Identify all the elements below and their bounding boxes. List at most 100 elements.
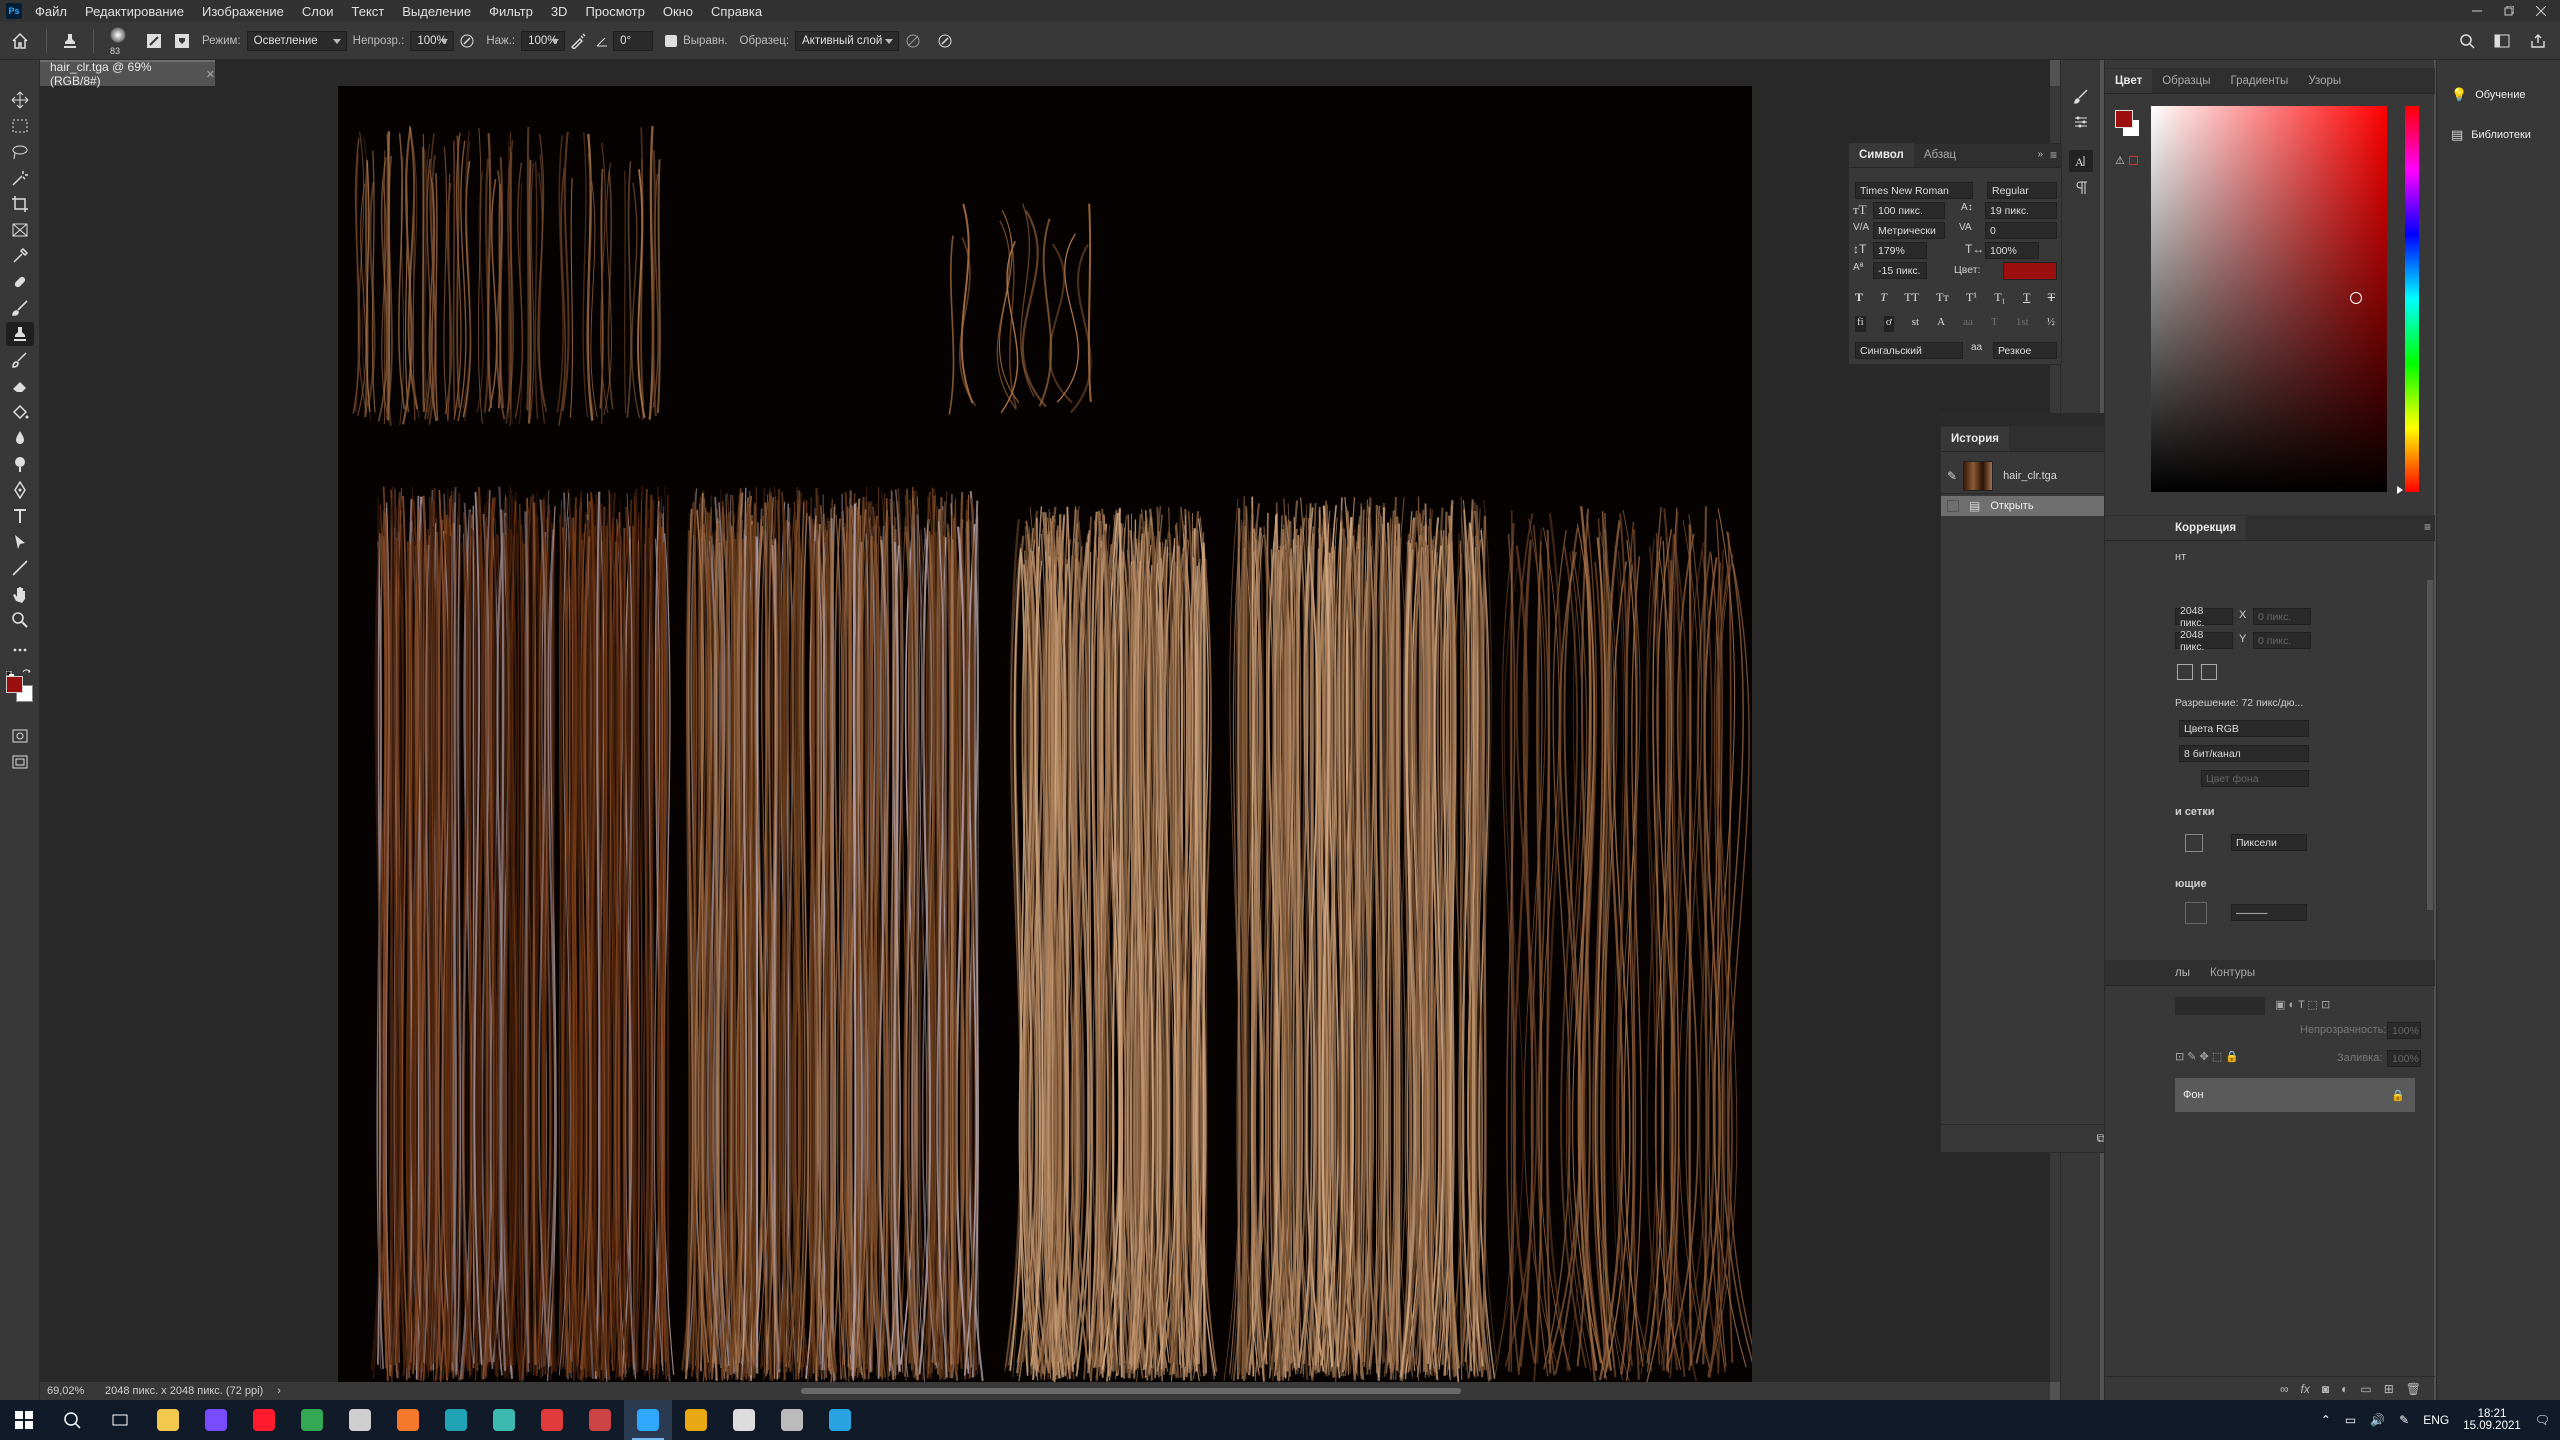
kerning-select[interactable]: Метрически <box>1873 222 1945 239</box>
color-mode-select[interactable]: Цвета RGB <box>2179 720 2309 737</box>
background-color-select[interactable]: Цвет фона <box>2201 770 2309 787</box>
ordinals-st-button[interactable]: 1st <box>2016 316 2029 332</box>
file-explorer-taskbar-icon[interactable] <box>144 1400 192 1440</box>
foreground-color-swatch[interactable] <box>6 676 23 693</box>
layer-filter-icons[interactable]: ▣ ◐ T ⬚ ⊡ <box>2275 998 2330 1011</box>
marquee-tool-icon[interactable] <box>6 114 34 138</box>
align-checkbox[interactable] <box>665 34 678 47</box>
delete-layer-icon[interactable]: 🗑 <box>2406 1382 2421 1396</box>
network-icon[interactable]: ▭ <box>2345 1413 2356 1427</box>
menu-file[interactable]: Файл <box>26 4 76 19</box>
clone-stamp-tool-icon[interactable] <box>6 322 34 346</box>
underline-button[interactable]: T <box>2023 290 2030 306</box>
mode-select[interactable]: Осветление <box>246 30 347 51</box>
menu-help[interactable]: Справка <box>702 4 771 19</box>
guides-icon[interactable] <box>2185 902 2207 924</box>
horizontal-scale-input[interactable]: 100% <box>1985 242 2039 259</box>
close-window-button[interactable] <box>2526 0 2556 22</box>
clock[interactable]: 18:21 15.09.2021 <box>2463 1408 2521 1432</box>
color-fg-swatch[interactable] <box>2115 110 2133 128</box>
paint-bucket-icon[interactable] <box>6 400 34 424</box>
telegram-taskbar-icon[interactable] <box>816 1400 864 1440</box>
layer-lock-icons[interactable]: ⊡ ✎ ✥ ⬚ 🔒 <box>2175 1050 2239 1063</box>
close-tab-icon[interactable]: ✕ <box>206 68 215 81</box>
blender-taskbar-icon[interactable] <box>384 1400 432 1440</box>
libraries-item[interactable]: ▤ Библиотеки <box>2437 124 2560 146</box>
line-tool-icon[interactable] <box>6 556 34 580</box>
sample-select[interactable]: Активный слой <box>795 30 900 51</box>
discretionary-ligatures-button[interactable]: ơ <box>1883 316 1894 332</box>
chrome-taskbar-icon[interactable] <box>288 1400 336 1440</box>
share-icon[interactable] <box>2525 31 2551 51</box>
antialias-select[interactable]: Резкое <box>1993 342 2057 359</box>
tab-swatches[interactable]: Образцы <box>2152 69 2220 93</box>
minimize-button[interactable] <box>2462 0 2492 22</box>
bit-depth-select[interactable]: 8 бит/канал <box>2179 745 2309 762</box>
home-icon[interactable] <box>0 32 40 50</box>
app-gallery-taskbar-icon[interactable] <box>336 1400 384 1440</box>
landscape-orientation-icon[interactable] <box>2201 664 2217 680</box>
font-style-select[interactable]: Regular <box>1987 182 2057 199</box>
subscript-button[interactable]: T₁ <box>1994 290 2006 306</box>
frame-tool-icon[interactable] <box>6 218 34 242</box>
titling-button[interactable]: aa <box>1963 316 1973 332</box>
layer-style-icon[interactable]: fx <box>2301 1382 2310 1396</box>
grid-unit-select[interactable]: Пиксели <box>2231 834 2307 851</box>
tray-up-icon[interactable]: ⌃ <box>2321 1413 2331 1427</box>
tab-adjustments[interactable]: Коррекция <box>2105 516 2247 540</box>
swash-button[interactable]: st <box>1912 316 1919 332</box>
small-caps-button[interactable]: Tт <box>1936 290 1949 306</box>
tab-color[interactable]: Цвет <box>2105 69 2153 93</box>
collapse-icon[interactable]: » <box>2037 149 2043 160</box>
layer-row[interactable]: Фон 🔒 <box>2175 1078 2415 1112</box>
zoom-value[interactable]: 69,02% <box>47 1385 101 1397</box>
menu-image[interactable]: Изображение <box>193 4 293 19</box>
layer-lock-icon[interactable]: 🔒 <box>2391 1089 2405 1102</box>
new-layer-icon[interactable]: ⊞ <box>2384 1382 2394 1396</box>
hue-slider[interactable] <box>2405 106 2419 492</box>
ligatures-button[interactable]: fi <box>1855 316 1866 332</box>
tab-gradients[interactable]: Градиенты <box>2221 69 2299 93</box>
text-color-swatch[interactable] <box>2003 262 2057 280</box>
color-picker-cursor[interactable] <box>2350 292 2362 304</box>
swap-colors-icon[interactable] <box>22 665 32 675</box>
more-tools-icon[interactable] <box>6 638 34 662</box>
menu-text[interactable]: Текст <box>343 4 394 19</box>
learn-item[interactable]: 💡 Обучение <box>2437 84 2560 106</box>
paragraph-panel-icon[interactable] <box>2069 178 2093 198</box>
guides-style-select[interactable]: ——— <box>2231 904 2307 921</box>
eraser-icon[interactable] <box>6 374 34 398</box>
history-step-checkbox[interactable] <box>1947 500 1959 512</box>
move-tool-icon[interactable] <box>6 88 34 112</box>
healing-brush-icon[interactable] <box>6 270 34 294</box>
font-family-select[interactable]: Times New Roman <box>1855 182 1973 199</box>
davinci-taskbar-icon[interactable] <box>576 1400 624 1440</box>
clone-source-icon[interactable] <box>168 32 196 50</box>
path-selection-icon[interactable] <box>6 530 34 554</box>
faux-bold-button[interactable]: T <box>1855 290 1863 306</box>
hand-tool-icon[interactable] <box>6 582 34 606</box>
menu-3d[interactable]: 3D <box>542 4 577 19</box>
pen-tool-icon[interactable] <box>6 478 34 502</box>
opera-taskbar-icon[interactable] <box>240 1400 288 1440</box>
tab-layers[interactable]: лы <box>2105 961 2200 985</box>
ordinals-button[interactable]: T <box>1991 316 1998 332</box>
menu-select[interactable]: Выделение <box>393 4 480 19</box>
tracking-input[interactable]: 0 <box>1985 222 2057 239</box>
search-taskbar-icon[interactable] <box>48 1400 96 1440</box>
tab-history[interactable]: История <box>1941 427 2009 451</box>
font-size-input[interactable]: 100 пикс. <box>1873 202 1945 219</box>
menu-layers[interactable]: Слои <box>293 4 343 19</box>
document-tab[interactable]: hair_clr.tga @ 69% (RGB/8#) ✕ <box>40 60 215 88</box>
language-indicator[interactable]: ENG <box>2423 1413 2449 1427</box>
photoshop-taskbar-icon[interactable] <box>624 1400 672 1440</box>
image-canvas[interactable] <box>338 86 1752 1382</box>
clone-stamp-icon[interactable] <box>53 32 87 50</box>
horizontal-scrollbar[interactable] <box>800 1388 1461 1394</box>
pressure-size-icon[interactable] <box>927 33 963 49</box>
brush-tool-icon[interactable] <box>6 296 34 320</box>
tab-patterns[interactable]: Узоры <box>2298 69 2351 93</box>
properties-menu-icon[interactable]: ≡ <box>2424 520 2431 534</box>
adjustment-layer-icon[interactable]: ◐ <box>2341 1382 2348 1396</box>
pen-icon[interactable]: ✎ <box>2399 1413 2409 1427</box>
